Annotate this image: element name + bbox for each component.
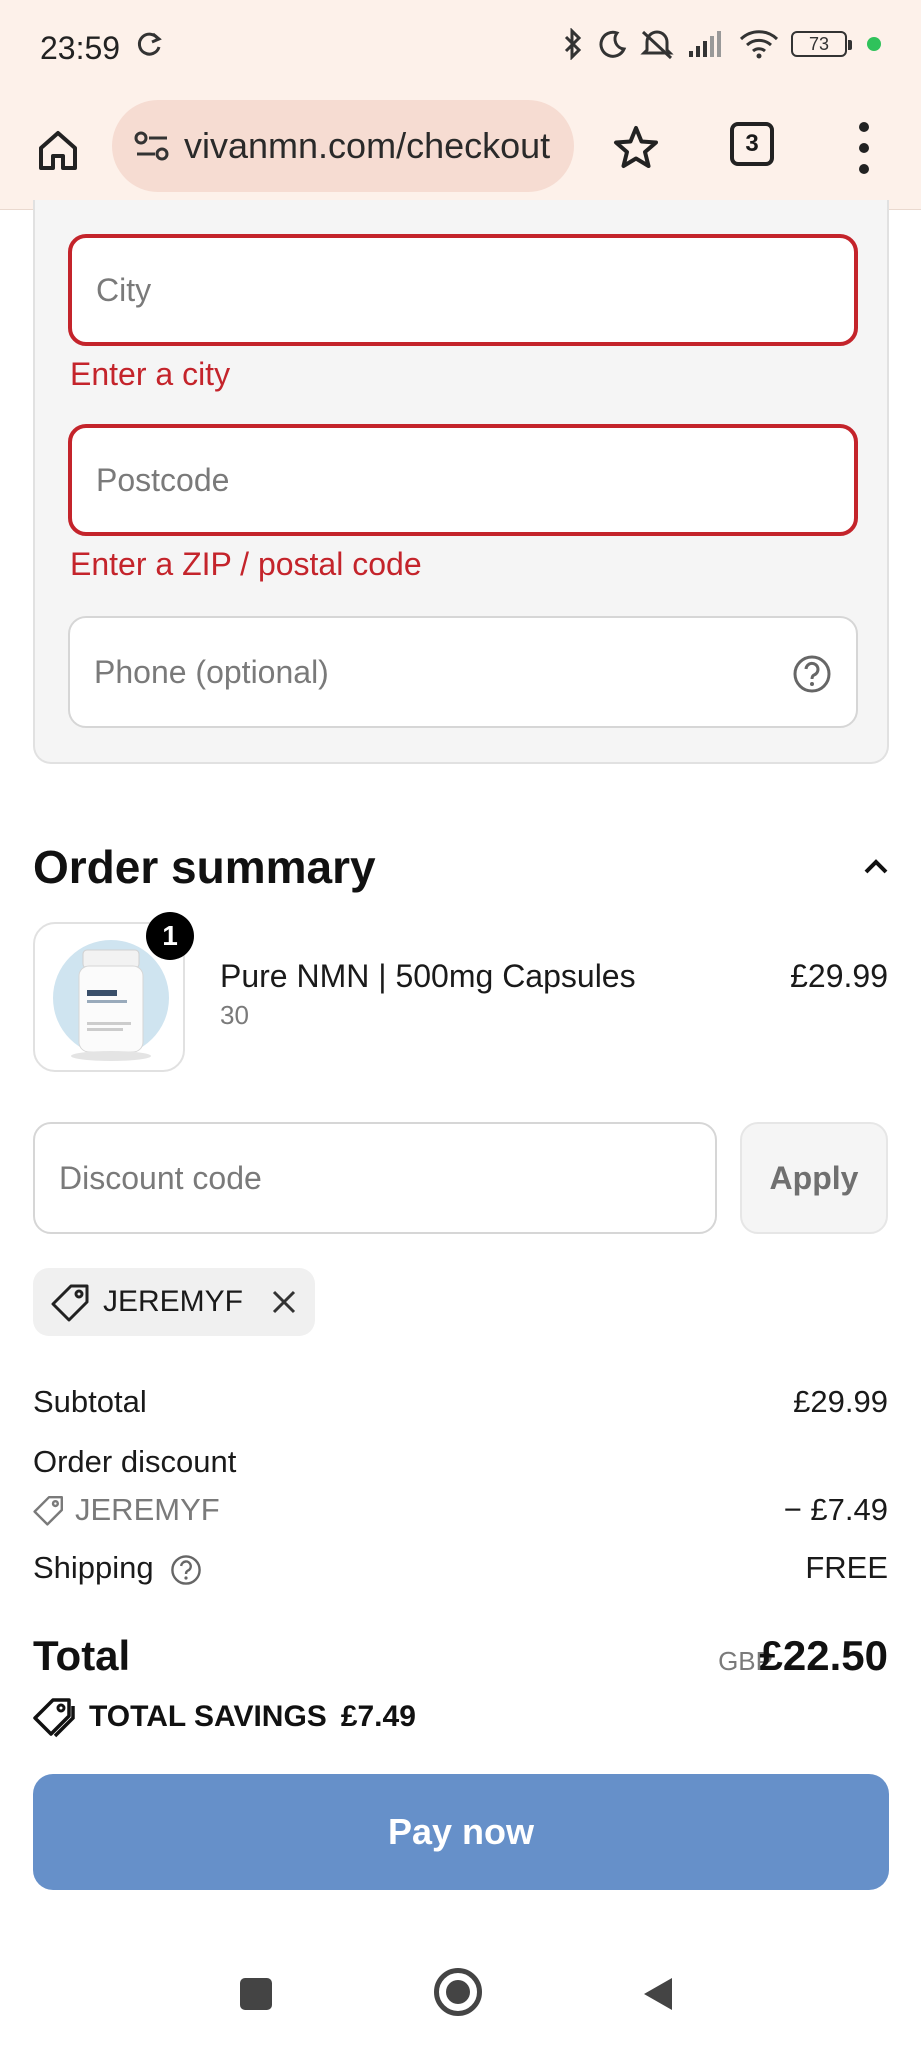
subtotal-label: Subtotal (33, 1384, 147, 1419)
browser-toolbar: vivanmn.com/checkout 3 (0, 100, 921, 210)
phone-placeholder: Phone (optional) (94, 653, 329, 690)
savings-value: £7.49 (340, 1700, 416, 1733)
url-text: vivanmn.com/checkout (184, 125, 551, 166)
address-bar[interactable]: vivanmn.com/checkout (112, 100, 574, 192)
tab-switcher-button[interactable]: 3 (730, 122, 774, 166)
system-nav-bar (0, 1936, 921, 2048)
postcode-placeholder: Postcode (96, 461, 230, 498)
applied-code-label: JEREMYF (103, 1285, 244, 1318)
apply-discount-button[interactable]: Apply (740, 1122, 888, 1234)
status-icons: 73 (561, 28, 881, 60)
mute-icon (640, 30, 674, 60)
help-icon[interactable] (170, 1554, 202, 1586)
address-form: City Enter a city Postcode Enter a ZIP /… (33, 200, 889, 764)
privacy-indicator (867, 37, 881, 51)
shipping-row: Shipping (33, 1550, 202, 1586)
discount-code-input[interactable]: Discount code (33, 1122, 717, 1234)
quantity-badge: 1 (146, 912, 194, 960)
back-button[interactable] (640, 1974, 676, 2014)
postcode-error: Enter a ZIP / postal code (70, 546, 422, 582)
subtotal-value: £29.99 (793, 1384, 888, 1419)
chevron-up-icon[interactable] (862, 856, 890, 881)
tag-icon (33, 1496, 63, 1526)
battery-icon: 73 (791, 31, 852, 57)
moon-icon (599, 30, 627, 58)
order-discount-label: Order discount (33, 1444, 237, 1479)
shipping-value: FREE (805, 1550, 888, 1585)
status-bar: 23:59 73 (0, 0, 921, 100)
total-savings: TOTAL SAVINGS £7.49 (33, 1696, 416, 1738)
home-nav-button[interactable] (434, 1968, 482, 2016)
phone-input[interactable]: Phone (optional) (68, 616, 858, 728)
star-icon (614, 126, 658, 168)
tag-icon (51, 1284, 89, 1322)
tags-icon (33, 1698, 75, 1738)
shipping-label: Shipping (33, 1550, 154, 1585)
wifi-icon (739, 30, 779, 59)
recents-button[interactable] (240, 1978, 272, 2010)
discount-placeholder: Discount code (59, 1159, 262, 1196)
order-summary-title: Order summary (33, 841, 376, 893)
bookmark-button[interactable] (606, 118, 666, 178)
product-variant: 30 (220, 1000, 249, 1030)
bluetooth-icon (564, 28, 582, 60)
order-discount-code-text: JEREMYF (75, 1492, 220, 1527)
product-price: £29.99 (790, 958, 888, 994)
total-label: Total (33, 1632, 131, 1679)
pay-now-button[interactable]: Pay now (33, 1774, 889, 1890)
help-icon[interactable] (792, 654, 832, 694)
home-button[interactable] (30, 122, 86, 178)
sync-icon (134, 30, 164, 65)
postcode-input[interactable]: Postcode (68, 424, 858, 536)
city-placeholder: City (96, 271, 152, 308)
city-error: Enter a city (70, 356, 231, 392)
product-name: Pure NMN | 500mg Capsules (220, 958, 636, 994)
home-icon (39, 131, 77, 170)
remove-discount-icon[interactable] (269, 1287, 299, 1317)
status-time: 23:59 (40, 30, 121, 66)
order-discount-code: JEREMYF (33, 1492, 220, 1528)
signal-icon (689, 31, 721, 57)
site-settings-icon[interactable] (130, 124, 174, 168)
browser-menu-button[interactable] (852, 122, 876, 174)
city-input[interactable]: City (68, 234, 858, 346)
order-discount-value: − £7.49 (783, 1492, 888, 1527)
total-amount: £22.50 (759, 1632, 888, 1679)
applied-discount-chip: JEREMYF (33, 1268, 315, 1336)
savings-label: TOTAL SAVINGS (89, 1700, 327, 1733)
